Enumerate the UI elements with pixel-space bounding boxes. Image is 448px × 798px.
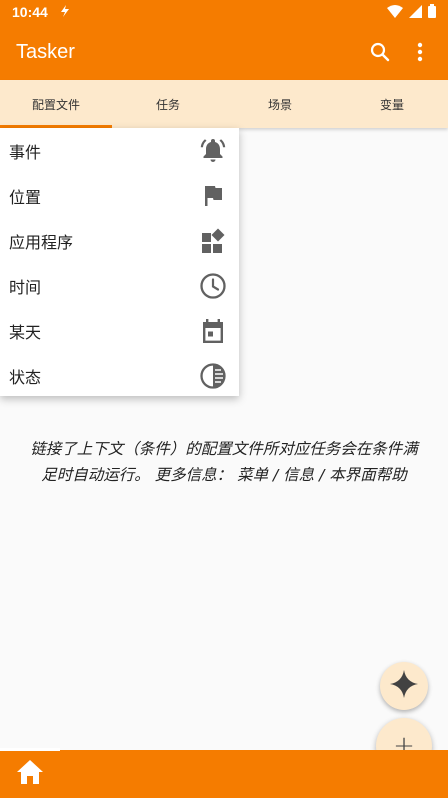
widgets-icon — [199, 227, 227, 255]
menu-item-day[interactable]: 某天 — [0, 308, 239, 353]
menu-item-state[interactable]: 状态 — [0, 353, 239, 398]
status-time: 10:44 — [12, 4, 48, 20]
progress-indicator — [0, 748, 60, 751]
bell-alert-icon — [199, 137, 227, 165]
menu-item-location[interactable]: 位置 — [0, 173, 239, 218]
flash-icon — [60, 4, 70, 20]
menu-item-label: 事件 — [9, 142, 42, 162]
menu-item-application[interactable]: 应用程序 — [0, 218, 239, 263]
menu-item-label: 应用程序 — [9, 232, 74, 252]
app-title: Tasker — [16, 40, 75, 63]
sparkle-icon — [389, 669, 419, 703]
status-bar: 10:44 — [0, 0, 448, 24]
signal-icon — [409, 3, 422, 22]
home-icon[interactable] — [16, 759, 44, 789]
menu-item-label: 时间 — [9, 277, 42, 297]
menu-item-time[interactable]: 时间 — [0, 263, 239, 308]
calendar-icon — [199, 317, 227, 345]
help-text: 链接了上下文（条件）的配置文件所对应任务会在条件满 足时自动运行。 更多信息： … — [0, 436, 448, 488]
bottom-bar — [0, 748, 448, 798]
menu-item-label: 状态 — [9, 367, 42, 387]
tab-bar: 配置文件 任务 场景 变量 — [0, 80, 448, 128]
battery-icon — [428, 3, 436, 22]
menu-item-label: 位置 — [9, 187, 42, 207]
tab-tasks[interactable]: 任务 — [112, 80, 224, 128]
tab-variables[interactable]: 变量 — [336, 80, 448, 128]
ai-assist-button[interactable] — [380, 662, 428, 710]
more-vert-icon[interactable] — [408, 40, 432, 64]
context-type-menu: 事件 位置 应用程序 时间 某天 状态 — [0, 128, 239, 396]
help-line: 足时自动运行。 更多信息： 菜单 / 信息 / 本界面帮助 — [41, 466, 407, 484]
menu-item-label: 某天 — [9, 322, 42, 342]
wifi-icon — [387, 3, 403, 22]
search-icon[interactable] — [368, 40, 392, 64]
flag-icon — [199, 182, 227, 210]
contrast-icon — [199, 362, 227, 390]
menu-item-event[interactable]: 事件 — [0, 128, 239, 173]
clock-icon — [199, 272, 227, 300]
app-bar: Tasker — [0, 24, 448, 80]
help-line: 链接了上下文（条件）的配置文件所对应任务会在条件满 — [30, 440, 418, 458]
tab-profiles[interactable]: 配置文件 — [0, 80, 112, 128]
tab-scenes[interactable]: 场景 — [224, 80, 336, 128]
